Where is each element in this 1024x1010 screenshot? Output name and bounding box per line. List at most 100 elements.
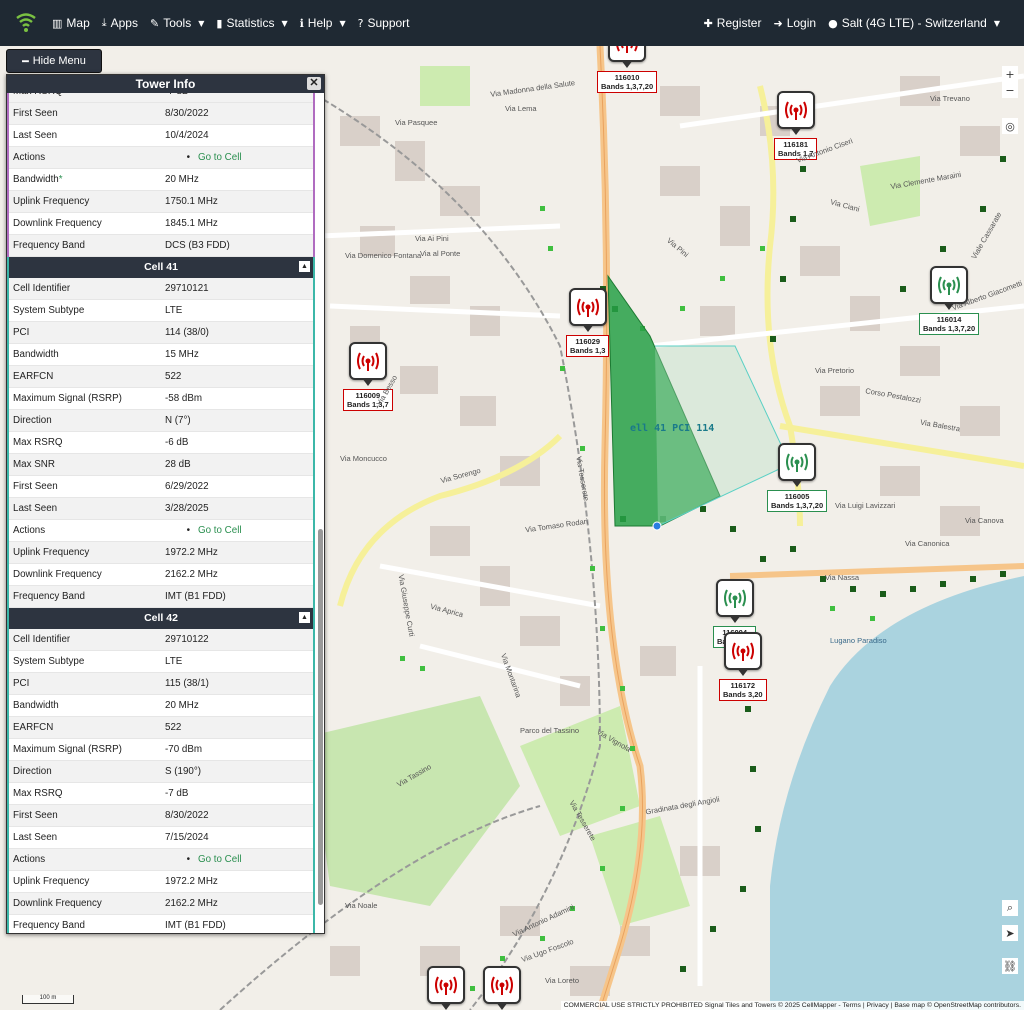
street-label: Via al Ponte [420, 249, 461, 258]
table-row: Maximum Signal (RSRP) -58 dBm [9, 388, 313, 410]
table-row: Last Seen 3/28/2025 [9, 498, 313, 520]
row-value: IMT (B1 FDD) [165, 920, 226, 931]
nav-label: Help [307, 16, 333, 30]
street-label: Via Noale [345, 901, 378, 910]
nav-help[interactable]: ℹ Help ▼ [294, 16, 352, 30]
table-row: Max SNR 28 dB [9, 454, 313, 476]
row-key: Bandwidth [13, 700, 59, 711]
street-label: Via Trevano [930, 94, 970, 103]
tower-label: 116005 Bands 1,3,7,20 [767, 490, 828, 512]
close-icon[interactable]: ✕ [307, 77, 321, 90]
panel-scrollbar[interactable] [318, 529, 323, 905]
street-label: Via Domenico Fontana [345, 251, 422, 260]
street-label: Via Canova [965, 516, 1004, 525]
row-value: 8/30/2022 [165, 810, 209, 821]
table-row: Bandwidth* 20 MHz [9, 169, 313, 191]
row-key: Frequency Band [13, 591, 85, 602]
table-row: Bandwidth 20 MHz [9, 695, 313, 717]
row-key: PCI [13, 678, 30, 689]
collapse-icon[interactable]: ▲ [299, 612, 310, 623]
row-key: System Subtype [13, 656, 85, 667]
locate-icon[interactable]: ➤ [1002, 925, 1018, 941]
nav-map[interactable]: ▥ Map [46, 16, 96, 30]
table-row: Actions • Go to Cell [9, 520, 313, 542]
nav-salt-4g-lte-switzerland[interactable]: ● Salt (4G LTE) - Switzerland ▼ [822, 16, 1006, 30]
panel-body[interactable]: Max RSRQ -7 dB First Seen 8/30/2022 Last S… [7, 93, 315, 933]
street-label: Via Nassa [825, 573, 860, 582]
zoom-search-icon[interactable]: ⌕ [1002, 900, 1018, 916]
tower-marker[interactable] [427, 966, 465, 1010]
table-row: Actions • Go to Cell [9, 147, 313, 169]
table-row: First Seen 6/29/2022 [9, 476, 313, 498]
zoom-out-button[interactable]: − [1002, 82, 1018, 98]
zoom-in-button[interactable]: + [1002, 66, 1018, 82]
map-attribution: COMMERCIAL USE STRICTLY PROHIBITED Signa… [560, 1001, 1024, 1010]
tower-marker[interactable]: 116010 Bands 1,3,7,20 [597, 46, 658, 93]
antenna-icon [776, 91, 815, 135]
hide-menu-button[interactable]: ━ Hide Menu [6, 49, 102, 73]
tower-marker[interactable] [483, 966, 521, 1010]
nav-tools[interactable]: ✎ Tools ▼ [144, 16, 210, 30]
compass-icon[interactable]: ◎ [1002, 118, 1018, 134]
table-row: Direction N (7°) [9, 410, 313, 432]
row-value: LTE [165, 305, 183, 316]
row-value: 20 MHz [165, 174, 199, 185]
row-value: 28 dB [165, 459, 191, 470]
go-to-cell-link[interactable]: Go to Cell [198, 854, 242, 865]
tower-label: 116010 Bands 1,3,7,20 [597, 71, 658, 93]
row-key: Actions [13, 854, 46, 865]
logo[interactable] [6, 0, 46, 46]
row-key: Last Seen [13, 130, 58, 141]
row-value: 522 [165, 722, 182, 733]
minus-icon: ━ [22, 55, 29, 68]
table-row: Max RSRQ -7 dB [9, 783, 313, 805]
table-row: Bandwidth 15 MHz [9, 344, 313, 366]
cell-title: Cell 42 [144, 612, 178, 624]
row-key: First Seen [13, 481, 58, 492]
street-label: Via Pasquee [395, 118, 438, 127]
nav-login[interactable]: ➜ Login [767, 16, 822, 30]
tower-marker[interactable]: 116172 Bands 3,20 [719, 632, 767, 701]
table-row: Downlink Frequency 1845.1 MHz [9, 213, 313, 235]
antenna-icon [483, 966, 521, 1010]
row-key: Downlink Frequency [13, 218, 102, 229]
row-key: Max RSRQ [13, 788, 63, 799]
street-label: Lugano Paradiso [830, 636, 887, 645]
antenna-icon [778, 443, 817, 487]
table-row: Max RSRQ -6 dB [9, 432, 313, 454]
row-value: • Go to Cell [165, 147, 313, 168]
row-value: DCS (B3 FDD) [165, 240, 230, 251]
nav-statistics[interactable]: ▮ Statistics ▼ [210, 16, 293, 30]
table-row: Frequency Band DCS (B3 FDD) [9, 235, 313, 257]
link-icon[interactable]: ⛓ [1002, 958, 1018, 974]
tower-marker[interactable]: 116029 Bands 1,3 [566, 288, 610, 357]
caret-down-icon: ▼ [339, 18, 346, 28]
antenna-icon [608, 46, 647, 68]
go-to-cell-link[interactable]: Go to Cell [198, 525, 242, 536]
table-row: Downlink Frequency 2162.2 MHz [9, 893, 313, 915]
row-value: 114 (38/0) [165, 327, 209, 338]
table-row: First Seen 8/30/2022 [9, 805, 313, 827]
row-key: Maximum Signal (RSRP) [13, 744, 122, 755]
bar-chart-icon: ▮ [216, 16, 223, 30]
row-value: 8/30/2022 [165, 108, 209, 119]
street-label: Via Luigi Lavizzari [835, 501, 896, 510]
row-key: Direction [13, 766, 52, 777]
row-key: Last Seen [13, 503, 58, 514]
nav-menu: ▥ Map ⤓ Apps ✎ Tools ▼ ▮ Statistics ▼ ℹ Help ▼? Suppo… [46, 16, 416, 30]
collapse-icon[interactable]: ▲ [299, 261, 310, 272]
nav-apps[interactable]: ⤓ Apps [96, 16, 144, 30]
nav-register[interactable]: ✚ Register [698, 16, 768, 30]
row-value: 10/4/2024 [165, 130, 209, 141]
go-to-cell-link[interactable]: Go to Cell [198, 152, 242, 163]
table-row: System Subtype LTE [9, 300, 313, 322]
tower-marker[interactable]: 116005 Bands 1,3,7,20 [767, 443, 828, 512]
row-value: -58 dBm [165, 393, 203, 404]
nav-support[interactable]: ? Support [352, 16, 416, 30]
row-key: Uplink Frequency [13, 547, 90, 558]
panel-title: Tower Info [135, 77, 196, 91]
row-key: First Seen [13, 810, 58, 821]
nav-label: Login [786, 16, 817, 30]
row-value: -70 dBm [165, 744, 203, 755]
row-key: Downlink Frequency [13, 569, 102, 580]
